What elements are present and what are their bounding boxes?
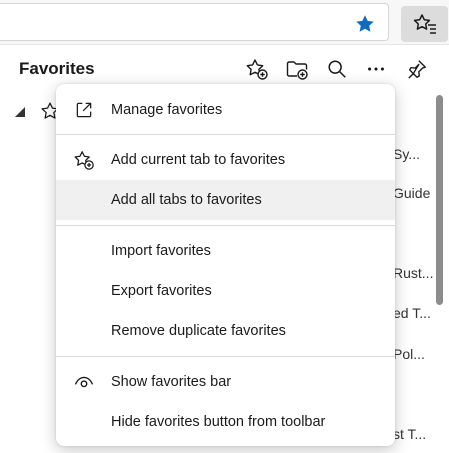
favorite-item[interactable]: Rust... (393, 265, 433, 281)
add-folder-icon[interactable] (280, 53, 314, 85)
favorite-item[interactable]: ed T... (393, 305, 431, 321)
favorite-item[interactable]: Sy... (393, 146, 420, 162)
search-icon[interactable] (320, 53, 354, 85)
external-link-icon (72, 98, 96, 122)
menu-item-add-all-tabs[interactable]: Add all tabs to favorites (56, 180, 395, 220)
menu-separator (56, 356, 395, 357)
star-filled-icon[interactable] (350, 10, 380, 38)
favorite-item[interactable]: st T... (393, 426, 426, 442)
menu-item-label: Show favorites bar (111, 374, 232, 390)
favorite-item[interactable]: Guide (393, 185, 430, 201)
menu-item-label: Add current tab to favorites (111, 152, 286, 168)
menu-item-show-favorites-bar[interactable]: Show favorites bar (56, 362, 395, 402)
browser-toolbar (0, 0, 449, 44)
menu-item-export-favorites[interactable]: Export favorites (56, 271, 395, 311)
address-bar[interactable] (0, 3, 389, 41)
menu-item-label: Remove duplicate favorites (111, 323, 286, 339)
favorite-item[interactable]: Pol... (393, 346, 425, 362)
menu-item-import-favorites[interactable]: Import favorites (56, 231, 395, 271)
menu-item-label: Add all tabs to favorites (111, 192, 262, 208)
menu-item-hide-favorites-button[interactable]: Hide favorites button from toolbar (56, 402, 395, 442)
menu-item-label: Hide favorites button from toolbar (111, 414, 326, 430)
menu-item-label: Manage favorites (111, 102, 223, 118)
add-favorite-icon (72, 148, 96, 172)
menu-item-add-current-tab[interactable]: Add current tab to favorites (56, 140, 395, 180)
favorites-more-menu: Manage favorites Add current tab to favo… (56, 84, 395, 446)
menu-item-label: Import favorites (111, 243, 211, 259)
menu-item-remove-duplicates[interactable]: Remove duplicate favorites (56, 311, 395, 351)
add-favorite-icon[interactable] (240, 53, 274, 85)
expand-arrow-icon[interactable] (15, 107, 25, 117)
eye-icon (72, 370, 96, 394)
menu-item-label: Export favorites (111, 283, 212, 299)
menu-item-manage-favorites[interactable]: Manage favorites (56, 90, 395, 130)
favorites-list-icon[interactable] (401, 6, 448, 42)
pin-icon[interactable] (400, 53, 434, 85)
menu-separator (56, 134, 395, 135)
scrollbar-thumb[interactable] (436, 95, 443, 305)
panel-title: Favorites (19, 59, 95, 78)
more-icon[interactable] (359, 53, 393, 85)
menu-separator (56, 225, 395, 226)
